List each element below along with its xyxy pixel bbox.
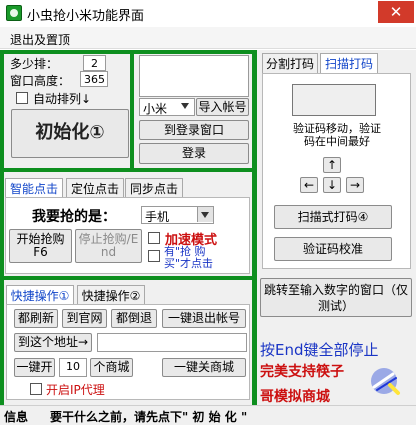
- chevron-down-icon: [201, 212, 209, 218]
- left-green-edge: [0, 50, 4, 405]
- tab-scan-captcha[interactable]: 扫描打码: [320, 53, 378, 73]
- auto-arrange-checkbox[interactable]: [16, 92, 28, 104]
- mall-count-label: 个商城: [90, 358, 133, 377]
- window-height-input[interactable]: 365: [80, 71, 108, 87]
- middle-green-divider: [4, 168, 254, 172]
- arrow-down-icon: ↓: [326, 177, 338, 192]
- jump-input-window-button[interactable]: 跳转至输入数字的窗口（仅 测试）: [260, 278, 412, 317]
- end-key-hint: 按End键全部停止: [260, 341, 379, 359]
- account-list[interactable]: [139, 55, 249, 97]
- refresh-all-button[interactable]: 都刷新: [14, 309, 58, 328]
- lower-green-divider: [4, 276, 254, 280]
- auto-arrange-label: 自动排列↓: [33, 92, 92, 106]
- to-official-site-button[interactable]: 到官网: [62, 309, 107, 328]
- status-message: 要干什么之前，请先点下" 初 始 化 ": [50, 410, 248, 424]
- product-select-value: 手机: [145, 210, 170, 224]
- quote-click-checkbox[interactable]: [148, 250, 160, 262]
- stop-buy-button[interactable]: 停止抢购/E nd: [75, 229, 142, 263]
- vertical-green-divider: [252, 50, 257, 405]
- tab-quick-op-1[interactable]: 快捷操作①: [6, 285, 74, 304]
- window-height-label: 窗口高度：: [10, 74, 71, 88]
- calibrate-captcha-button[interactable]: 验证码校准: [274, 237, 392, 261]
- top-left-divider: [130, 54, 134, 169]
- app-icon: [6, 5, 22, 21]
- scan-captcha-button[interactable]: 扫描式打码④: [274, 205, 392, 229]
- arrow-up-button[interactable]: ↑: [323, 157, 341, 173]
- open-malls-button[interactable]: 一键开: [14, 358, 55, 377]
- open-count-input[interactable]: 10: [59, 358, 87, 377]
- arrow-down-button[interactable]: ↓: [323, 177, 341, 193]
- account-select-value: 小米: [143, 102, 168, 116]
- start-buy-button[interactable]: 开始抢购 F6: [9, 229, 72, 263]
- tab-split-captcha[interactable]: 分割打码: [262, 53, 318, 73]
- accelerate-checkbox[interactable]: [148, 232, 160, 244]
- want-buy-label: 我要抢的是：: [32, 209, 116, 225]
- menu-item-exit-topmost[interactable]: 退出及置顶: [10, 31, 70, 48]
- tab-smart-click[interactable]: 智能点击: [5, 178, 63, 197]
- status-info-label: 信息: [4, 410, 29, 424]
- arrow-left-icon: ←: [303, 177, 315, 192]
- ip-proxy-label: 开启IP代理: [46, 383, 105, 397]
- initialize-button[interactable]: 初始化①: [11, 109, 129, 158]
- quote-click-label: 有"抢 购 买"才点击: [164, 245, 214, 270]
- top-green-edge: [4, 50, 254, 54]
- tab-position-click[interactable]: 定位点击: [66, 178, 124, 197]
- arrow-right-button[interactable]: →: [346, 177, 364, 193]
- promo-logo-icon: [367, 365, 402, 398]
- promo-line-1: 完美支持筷子: [260, 364, 344, 380]
- one-click-logout-button[interactable]: 一键退出帐号: [162, 309, 246, 328]
- close-button[interactable]: ✕: [378, 1, 414, 23]
- arrow-left-button[interactable]: ←: [300, 177, 318, 193]
- arrow-up-icon: ↑: [326, 157, 338, 172]
- address-input[interactable]: [97, 333, 247, 352]
- promo-line-2: 哥模拟商城: [260, 389, 330, 405]
- back-all-button[interactable]: 都倒退: [111, 309, 157, 328]
- rows-label: 多少排：: [10, 57, 59, 71]
- arrow-right-icon: →: [349, 177, 361, 192]
- jump-login-window-button[interactable]: 到登录窗口: [139, 120, 249, 140]
- captcha-preview: [292, 84, 376, 116]
- close-malls-button[interactable]: 一键关商城: [162, 358, 246, 377]
- rows-input[interactable]: 2: [83, 55, 106, 71]
- chevron-down-icon: [181, 103, 189, 109]
- goto-address-button[interactable]: 到这个地址→: [14, 333, 92, 352]
- login-button[interactable]: 登录: [139, 143, 249, 164]
- import-accounts-button[interactable]: 导入帐号: [196, 98, 249, 116]
- window-title: 小虫抢小米功能界面: [27, 9, 145, 24]
- tab-sync-click[interactable]: 同步点击: [125, 178, 183, 197]
- tab-quick-op-2[interactable]: 快捷操作②: [77, 285, 145, 304]
- captcha-hint: 验证码移动，验证 码在中间最好: [293, 122, 381, 148]
- ip-proxy-checkbox[interactable]: [30, 383, 42, 395]
